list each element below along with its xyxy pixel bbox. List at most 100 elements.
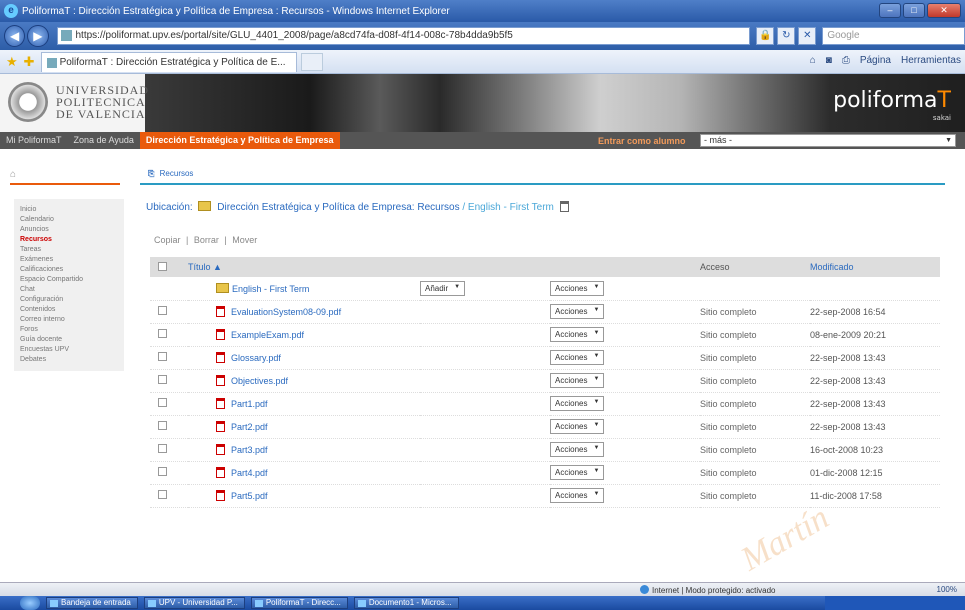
modified-cell: 22-sep-2008 16:54 — [810, 300, 940, 324]
tool-menu-item[interactable]: Inicio — [14, 205, 124, 215]
file-name-link[interactable]: Part5.pdf — [231, 491, 268, 501]
tool-menu-item[interactable]: Correo interno — [14, 315, 124, 325]
page-menu[interactable]: Página — [860, 55, 891, 66]
access-cell: Sitio completo — [700, 323, 810, 347]
tool-menu-item[interactable]: Espacio Compartido — [14, 275, 124, 285]
row-checkbox[interactable] — [158, 421, 167, 430]
file-actions-dropdown[interactable]: Acciones — [550, 419, 605, 434]
access-column-header: Acceso — [700, 257, 810, 277]
tool-menu-item[interactable]: Debates — [14, 355, 124, 365]
tool-menu-item[interactable]: Configuración — [14, 295, 124, 305]
copy-action[interactable]: Copiar — [154, 235, 181, 245]
tool-menu-item[interactable]: Chat — [14, 285, 124, 295]
favorites-star-icon[interactable]: ★ — [6, 54, 18, 70]
tool-menu-item[interactable]: Contenidos — [14, 305, 124, 315]
forward-button[interactable]: ▶ — [27, 25, 49, 47]
resources-table: Título ▲ Acceso Modificado English - Fir… — [150, 257, 940, 508]
search-input[interactable]: Google — [822, 27, 965, 45]
sitenav-item-current-site[interactable]: Dirección Estratégica y Política de Empr… — [139, 132, 340, 149]
file-name-link[interactable]: Part3.pdf — [231, 445, 268, 455]
row-checkbox[interactable] — [158, 375, 167, 384]
tool-menu-item[interactable]: Calificaciones — [14, 265, 124, 275]
window-titlebar: e PoliformaT : Dirección Estratégica y P… — [0, 0, 965, 22]
new-tab-button[interactable] — [300, 52, 323, 71]
tool-menu-item[interactable]: Foros — [14, 325, 124, 335]
file-name-link[interactable]: Part2.pdf — [231, 422, 268, 432]
file-actions-dropdown[interactable]: Acciones — [550, 396, 605, 411]
folder-name-link[interactable]: English - First Term — [232, 284, 309, 294]
select-all-checkbox[interactable] — [158, 261, 167, 271]
file-name-link[interactable]: EvaluationSystem08-09.pdf — [231, 307, 341, 317]
file-actions-dropdown[interactable]: Acciones — [550, 327, 605, 342]
taskbar-item[interactable]: UPV - Universidad P... — [143, 597, 245, 609]
file-actions-dropdown[interactable]: Acciones — [550, 350, 605, 365]
row-checkbox[interactable] — [158, 329, 167, 338]
pdf-file-icon — [216, 467, 225, 478]
tools-menu[interactable]: Herramientas — [901, 55, 961, 66]
address-input[interactable]: https://poliformat.upv.es/portal/site/GL… — [56, 27, 751, 45]
location-path-link[interactable]: Dirección Estratégica y Política de Empr… — [217, 202, 459, 213]
tool-menu-item[interactable]: Exámenes — [14, 255, 124, 265]
taskbar-item[interactable]: Documento1 - Micros... — [353, 597, 459, 609]
folder-actions-dropdown[interactable]: Acciones — [550, 280, 605, 296]
sort-by-title-link[interactable]: Título ▲ — [188, 262, 222, 272]
close-button[interactable]: ✕ — [927, 3, 961, 18]
file-name-link[interactable]: ExampleExam.pdf — [231, 330, 304, 340]
file-actions-dropdown[interactable]: Acciones — [550, 373, 605, 388]
row-checkbox[interactable] — [158, 352, 167, 361]
stop-icon[interactable]: ✕ — [798, 27, 817, 45]
access-cell: Sitio completo — [700, 300, 810, 324]
delete-action[interactable]: Borrar — [194, 235, 219, 245]
table-row: Part2.pdf Acciones Sitio completo22-sep-20… — [150, 415, 940, 439]
file-actions-dropdown[interactable]: Acciones — [550, 442, 605, 457]
tool-menu: ⌂ Inicio Calendario Anuncios Recursos Tareas… — [0, 149, 130, 569]
site-home-icon[interactable]: ⌂ — [10, 169, 16, 180]
add-dropdown[interactable]: Añadir — [420, 280, 466, 296]
move-action[interactable]: Mover — [232, 235, 257, 245]
row-checkbox[interactable] — [158, 306, 167, 315]
table-row: Part4.pdf Acciones Sitio completo01-dic-20… — [150, 461, 940, 485]
file-name-link[interactable]: Part4.pdf — [231, 468, 268, 478]
minimize-button[interactable]: – — [879, 3, 901, 18]
pdf-file-icon — [216, 421, 225, 432]
file-actions-dropdown[interactable]: Acciones — [550, 465, 605, 480]
sitenav-item-zona-ayuda[interactable]: Zona de Ayuda — [68, 132, 140, 149]
file-actions-dropdown[interactable]: Acciones — [550, 304, 605, 319]
zoom-level[interactable]: 100% — [937, 585, 957, 594]
file-name-link[interactable]: Part1.pdf — [231, 399, 268, 409]
row-checkbox[interactable] — [158, 398, 167, 407]
print-folder-icon[interactable] — [559, 201, 569, 212]
sort-by-modified-link[interactable]: Modificado — [810, 262, 854, 272]
tool-menu-item[interactable]: Tareas — [14, 245, 124, 255]
tool-menu-item[interactable]: Anuncios — [14, 225, 124, 235]
file-actions-dropdown[interactable]: Acciones — [550, 488, 605, 503]
print-icon[interactable]: ⎙ — [842, 55, 850, 66]
taskbar-item[interactable]: PoliformaT - Direcc... — [250, 597, 348, 609]
tool-menu-item[interactable]: Guía docente — [14, 335, 124, 345]
row-checkbox[interactable] — [158, 490, 167, 499]
file-name-link[interactable]: Objectives.pdf — [231, 376, 288, 386]
feeds-icon[interactable]: ◙ — [826, 55, 832, 66]
home-icon[interactable]: ⌂ — [810, 55, 816, 66]
file-name-link[interactable]: Glossary.pdf — [231, 353, 281, 363]
site-select[interactable]: - más - — [700, 134, 956, 147]
table-row: Part3.pdf Acciones Sitio completo16-oct-20… — [150, 438, 940, 462]
lock-icon[interactable]: 🔒 — [756, 27, 775, 45]
sitenav-item-mi-poliformat[interactable]: Mi PoliformaT — [0, 132, 68, 149]
tool-menu-item[interactable]: Encuestas UPV — [14, 345, 124, 355]
security-zone: Internet | Modo protegido: activado — [640, 585, 776, 595]
tool-menu-item[interactable]: Calendario — [14, 215, 124, 225]
row-checkbox[interactable] — [158, 467, 167, 476]
tool-menu-item[interactable]: Recursos — [14, 235, 124, 245]
refresh-icon[interactable]: ↻ — [777, 27, 796, 45]
tab-poliformat[interactable]: PoliformaT : Dirección Estratégica y Pol… — [40, 51, 297, 72]
sitenav-more-link[interactable]: Entrar como alumno — [598, 136, 686, 146]
start-button[interactable] — [20, 596, 40, 610]
maximize-button[interactable]: □ — [903, 3, 925, 18]
taskbar-item[interactable]: Bandeja de entrada — [46, 597, 138, 609]
add-favorites-icon[interactable]: ✚ — [24, 54, 35, 70]
back-button[interactable]: ◀ — [4, 25, 26, 47]
table-row: Part1.pdf Acciones Sitio completo22-sep-20… — [150, 392, 940, 416]
row-checkbox[interactable] — [158, 444, 167, 453]
location-breadcrumb: Ubicación: Dirección Estratégica y Polít… — [146, 201, 575, 213]
